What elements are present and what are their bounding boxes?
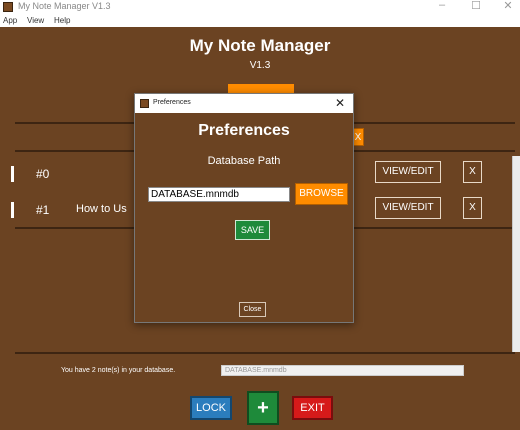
maximize-icon[interactable]: ☐ — [468, 0, 484, 12]
dialog-close-icon[interactable]: ✕ — [335, 96, 345, 110]
preferences-dialog: Preferences ✕ Preferences Database Path … — [134, 93, 354, 323]
add-note-button[interactable]: + — [247, 391, 279, 425]
menu-view[interactable]: View — [27, 16, 44, 25]
divider — [15, 352, 515, 354]
browse-button[interactable]: BROWSE — [295, 183, 348, 205]
row-marker — [11, 202, 14, 218]
lock-button[interactable]: LOCK — [190, 396, 232, 420]
dialog-heading: Preferences — [198, 122, 290, 139]
menu-help[interactable]: Help — [54, 16, 70, 25]
dialog-titlebar: Preferences ✕ — [135, 94, 353, 113]
window-titlebar: My Note Manager V1.3 – ☐ ✕ — [0, 0, 520, 14]
scrollbar[interactable] — [512, 156, 520, 352]
database-path-input[interactable] — [148, 187, 290, 202]
note-number: #1 — [36, 203, 50, 217]
status-text: You have 2 note(s) in your database. — [61, 367, 176, 374]
row-marker — [11, 166, 14, 182]
window-close-icon[interactable]: ✕ — [500, 0, 516, 12]
delete-note-button[interactable]: X — [463, 161, 482, 183]
minimize-icon[interactable]: – — [434, 0, 450, 11]
database-path-label: Database Path — [207, 155, 281, 167]
exit-button[interactable]: EXIT — [292, 396, 333, 420]
menu-bar: App View Help — [0, 14, 520, 27]
app-icon — [3, 2, 13, 12]
dialog-app-icon — [140, 99, 149, 108]
note-title: How to Us — [76, 203, 127, 215]
database-field: DATABASE.mnmdb — [221, 365, 464, 376]
view-edit-button[interactable]: VIEW/EDIT — [375, 197, 441, 219]
menu-app[interactable]: App — [3, 16, 17, 25]
app-title: My Note Manager — [189, 36, 331, 55]
save-button[interactable]: SAVE — [235, 220, 270, 240]
window-title: My Note Manager V1.3 — [18, 1, 111, 11]
delete-note-button[interactable]: X — [463, 197, 482, 219]
note-number: #0 — [36, 167, 50, 181]
view-edit-button[interactable]: VIEW/EDIT — [375, 161, 441, 183]
close-button[interactable]: Close — [239, 302, 266, 317]
dialog-title: Preferences — [153, 99, 191, 106]
app-version: V1.3 — [249, 60, 271, 71]
